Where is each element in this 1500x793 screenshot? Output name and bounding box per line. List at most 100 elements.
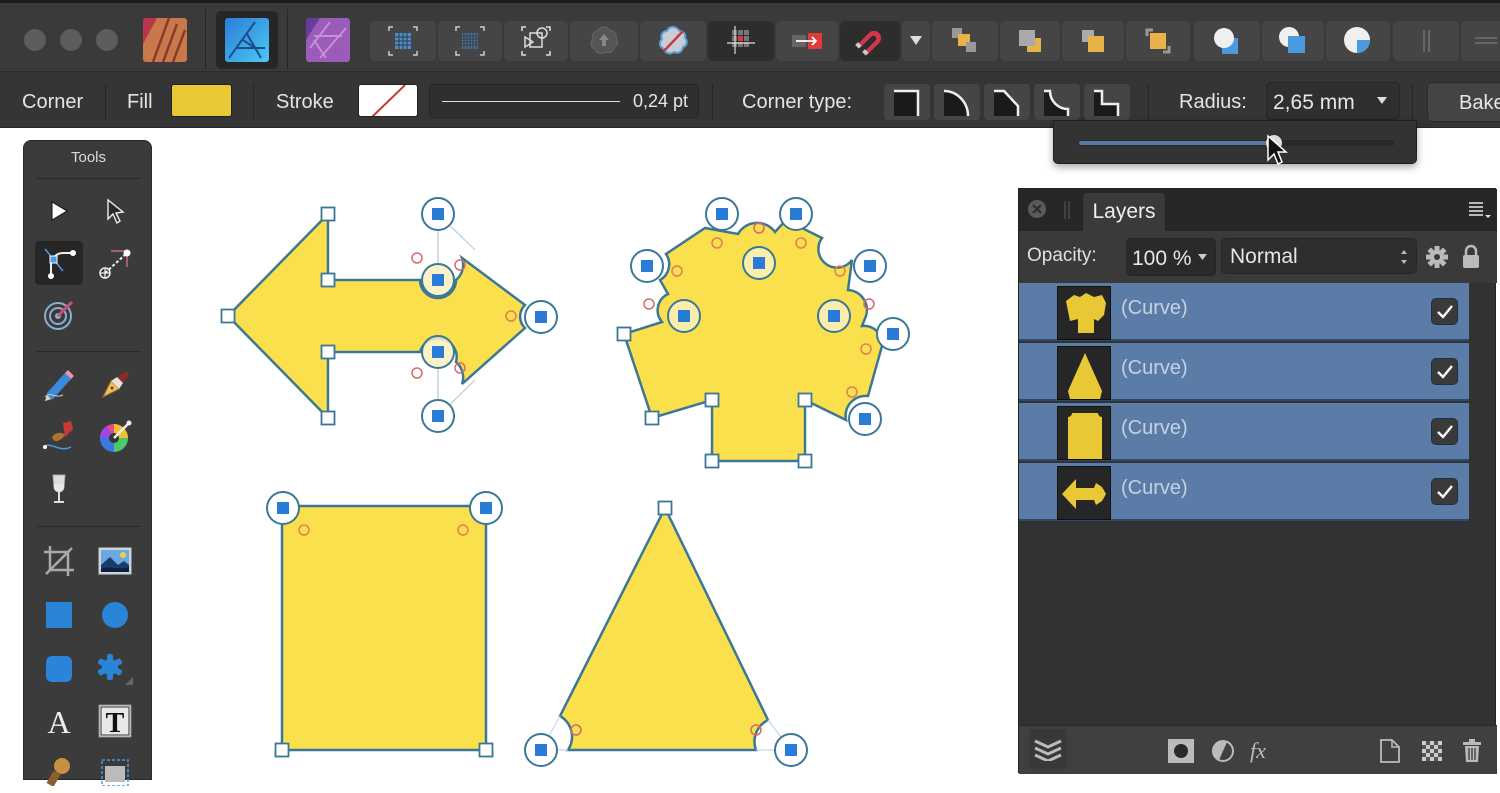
geometry-subtract-button[interactable] xyxy=(1262,21,1324,61)
ellipse-tool[interactable] xyxy=(91,593,139,637)
publisher-persona-button[interactable] xyxy=(143,18,187,62)
bake-button[interactable]: Bake xyxy=(1427,82,1500,122)
node-handle[interactable] xyxy=(478,742,494,758)
document-canvas[interactable] xyxy=(160,128,1020,773)
blend-mode-select[interactable]: Normal xyxy=(1221,238,1417,274)
corner-handle[interactable] xyxy=(524,300,558,334)
snapping-menu-button[interactable] xyxy=(902,21,930,61)
arrow-shape[interactable] xyxy=(226,210,527,422)
corner-tool[interactable] xyxy=(35,241,83,285)
move-tool[interactable] xyxy=(35,189,83,233)
arrange-back-button[interactable] xyxy=(932,21,998,61)
artistic-text-tool[interactable]: A xyxy=(35,699,83,743)
corner-type-rounded-button[interactable] xyxy=(884,84,930,120)
arrange-forward-button[interactable] xyxy=(1062,21,1124,61)
corner-handle[interactable] xyxy=(421,263,455,297)
corner-handle[interactable] xyxy=(421,335,455,369)
node-handle[interactable] xyxy=(657,500,673,516)
layer-row[interactable]: (Curve) xyxy=(1019,463,1469,521)
corner-handle[interactable] xyxy=(266,491,300,525)
layer-row[interactable]: (Curve) xyxy=(1019,283,1469,341)
grid-snap-toggle[interactable] xyxy=(708,21,774,61)
lock-icon[interactable] xyxy=(1461,243,1481,269)
transform-objects-button[interactable] xyxy=(504,21,568,61)
corner-handle[interactable] xyxy=(774,733,808,767)
layer-visibility-checkbox[interactable] xyxy=(1431,478,1458,505)
shape-tool[interactable] xyxy=(91,647,139,691)
layer-visibility-checkbox[interactable] xyxy=(1431,358,1458,385)
tab-layers[interactable]: Layers xyxy=(1083,193,1165,231)
corner-handle[interactable] xyxy=(848,402,882,436)
window-close-button[interactable] xyxy=(24,29,46,51)
corner-handle[interactable] xyxy=(853,249,887,283)
stroke-width-field[interactable]: 0,24 pt xyxy=(429,84,699,118)
close-panel-icon[interactable] xyxy=(1027,199,1047,219)
table-tool[interactable] xyxy=(91,749,139,793)
photo-persona-button[interactable] xyxy=(306,18,350,62)
corner-handle[interactable] xyxy=(421,399,455,433)
move-to-button[interactable] xyxy=(776,21,838,61)
add-mask-button[interactable] xyxy=(1166,736,1196,766)
align-center-button[interactable] xyxy=(1393,21,1459,61)
fill-swatch[interactable] xyxy=(171,84,232,117)
place-image-tool[interactable] xyxy=(91,539,139,583)
corner-handle[interactable] xyxy=(705,197,739,231)
drag-handle-icon[interactable] xyxy=(1063,201,1071,219)
opacity-dropdown-icon[interactable] xyxy=(1198,254,1207,261)
rounded-rectangle-tool[interactable] xyxy=(35,647,83,691)
layer-row[interactable]: (Curve) xyxy=(1019,343,1469,401)
layers-stack-button[interactable] xyxy=(1029,729,1067,769)
arrange-front-button[interactable] xyxy=(1126,21,1190,61)
radius-marker[interactable] xyxy=(643,298,655,310)
align-middle-button[interactable] xyxy=(1461,21,1500,61)
radius-marker[interactable] xyxy=(411,252,423,264)
geometry-add-button[interactable] xyxy=(1194,21,1260,61)
node-handle[interactable] xyxy=(797,392,813,408)
stroke-swatch[interactable] xyxy=(358,84,418,117)
corner-handle[interactable] xyxy=(876,317,910,351)
rectangle-tool[interactable] xyxy=(35,593,83,637)
corner-handle[interactable] xyxy=(779,197,813,231)
node-handle[interactable] xyxy=(797,453,813,469)
radius-slider[interactable] xyxy=(1078,135,1394,151)
rectangle-shape[interactable] xyxy=(280,504,488,752)
opacity-field[interactable]: 100 % xyxy=(1126,238,1216,276)
node-handle[interactable] xyxy=(704,392,720,408)
panel-menu-icon[interactable] xyxy=(1467,201,1491,219)
fill-tool[interactable] xyxy=(35,467,83,511)
fill-brush-tool[interactable] xyxy=(35,749,83,793)
add-adjustment-button[interactable] xyxy=(1208,736,1238,766)
arrange-backward-button[interactable] xyxy=(1000,21,1060,61)
node-handle[interactable] xyxy=(274,742,290,758)
node-tool[interactable] xyxy=(91,189,139,233)
corner-handle[interactable] xyxy=(630,249,664,283)
node-handle[interactable] xyxy=(220,308,236,324)
corner-type-straight-button[interactable] xyxy=(984,84,1030,120)
triangle-shape[interactable] xyxy=(540,505,792,752)
geometry-intersect-button[interactable] xyxy=(1326,21,1390,61)
corner-type-concave-button[interactable] xyxy=(1034,84,1080,120)
corner-type-stepped-button[interactable] xyxy=(1084,84,1130,120)
pen-tool[interactable] xyxy=(91,363,139,407)
corner-type-round-button[interactable] xyxy=(934,84,980,120)
layer-visibility-checkbox[interactable] xyxy=(1431,298,1458,325)
node-handle[interactable] xyxy=(320,410,336,426)
corner-handle[interactable] xyxy=(667,299,701,333)
crop-tool[interactable] xyxy=(35,539,83,583)
corner-handle[interactable] xyxy=(469,491,503,525)
window-zoom-button[interactable] xyxy=(96,29,118,51)
add-pixel-layer-button[interactable] xyxy=(1375,736,1405,766)
boolean-add-button[interactable] xyxy=(570,21,638,61)
corner-handle[interactable] xyxy=(524,733,558,767)
node-handle[interactable] xyxy=(616,326,632,342)
boolean-no-fill-button[interactable] xyxy=(640,21,706,61)
node-handle[interactable] xyxy=(320,206,336,222)
layer-visibility-checkbox[interactable] xyxy=(1431,418,1458,445)
point-transform-tool[interactable] xyxy=(91,241,139,285)
radius-dropdown-icon[interactable] xyxy=(1377,97,1387,105)
snapping-toggle[interactable] xyxy=(840,21,900,61)
node-handle[interactable] xyxy=(704,453,720,469)
corner-handle[interactable] xyxy=(817,299,851,333)
corner-handle[interactable] xyxy=(742,246,776,280)
contextual-tool[interactable] xyxy=(35,293,83,337)
